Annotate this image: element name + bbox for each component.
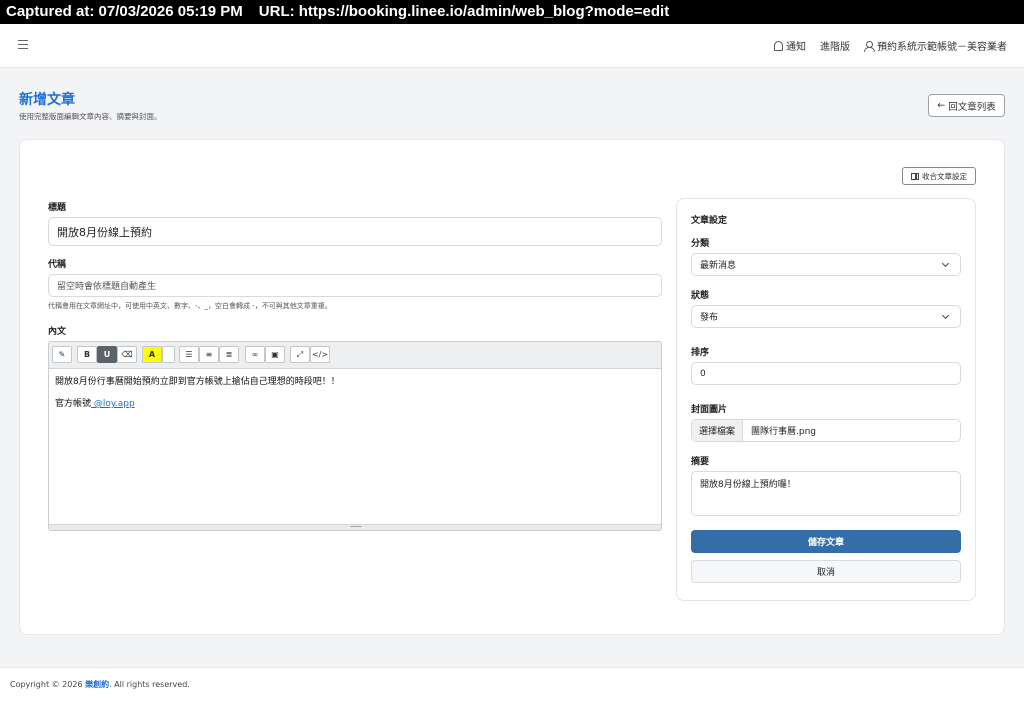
official-account-link[interactable]: @loy.app (91, 399, 135, 409)
slug-hint: 代稱會用在文章網址中，可使用中英文、數字、-、_，空白會轉成 -，不可與其他文章… (48, 302, 332, 310)
magic-icon[interactable]: ✎ (52, 346, 72, 363)
capture-url: URL: https://booking.linee.io/admin/web_… (258, 3, 670, 20)
slug-input[interactable]: 留空時會依標題自動產生 (48, 274, 662, 297)
unordered-list-icon[interactable]: ☰ (179, 346, 199, 363)
order-input[interactable]: 0 (691, 362, 961, 385)
page-footer: Copyright © 2026 樂創約. All rights reserve… (0, 667, 1024, 701)
bold-icon[interactable]: B (77, 346, 97, 363)
settings-heading: 文章設定 (691, 216, 728, 226)
editor-line-2: 官方帳號 @loy.app (55, 398, 655, 410)
sidebar-panel-icon (911, 172, 919, 180)
category-value: 最新消息 (700, 261, 737, 271)
align-icon[interactable]: ≣ (219, 346, 239, 363)
arrow-left-icon: ← (937, 100, 946, 111)
editor-line-2-text: 官方帳號 (55, 399, 92, 409)
ordered-list-icon[interactable]: ≡ (199, 346, 219, 363)
bell-icon (774, 40, 783, 51)
font-color-icon[interactable]: A (142, 346, 162, 363)
back-to-list-label: 回文章列表 (948, 101, 996, 113)
status-value: 發布 (700, 313, 719, 323)
capture-banner: Captured at: 07/03/2026 05:19 PM URL: htt… (0, 0, 1024, 24)
footer-suffix: . All rights reserved. (109, 680, 190, 689)
editor-toolbar: ✎ B U ⌫ A ☰ ≡ ≣ ∞ ▣ ⤢ </> (49, 342, 661, 369)
page-title: 新增文章 (19, 92, 75, 108)
status-select[interactable]: 發布 (691, 305, 961, 328)
user-icon (864, 40, 875, 52)
collapse-settings-button[interactable]: 收合文章設定 (902, 167, 976, 185)
editor-resize-handle[interactable] (49, 524, 661, 530)
top-navbar: 通知 進階版 預約系統示範帳號－美容業者 (0, 24, 1024, 68)
rich-text-editor[interactable]: ✎ B U ⌫ A ☰ ≡ ≣ ∞ ▣ ⤢ </> 開放8月份行事曆開始預約立即… (48, 341, 662, 531)
cover-label: 封面圖片 (691, 405, 728, 415)
footer-brand-link[interactable]: 樂創約 (85, 680, 109, 689)
code-view-icon[interactable]: </> (310, 346, 330, 363)
order-value: 0 (700, 368, 706, 379)
collapse-settings-label: 收合文章設定 (922, 171, 967, 181)
capture-time: Captured at: 07/03/2026 05:19 PM (6, 3, 243, 20)
cover-file-name: 團隊行事曆.png (751, 427, 817, 437)
slug-label: 代稱 (48, 260, 67, 270)
eraser-icon[interactable]: ⌫ (117, 346, 137, 363)
slug-placeholder: 留空時會依標題自動產生 (57, 282, 157, 292)
back-to-list-button[interactable]: ← 回文章列表 (928, 94, 1005, 117)
account-label: 預約系統示範帳號－美容業者 (877, 42, 1007, 53)
cover-file-input[interactable]: 選擇檔案 團隊行事曆.png (691, 419, 961, 442)
notify-link[interactable]: 通知 (774, 38, 806, 53)
advanced-label: 進階版 (820, 42, 850, 53)
category-label: 分類 (691, 239, 710, 249)
editor-line-1: 開放8月份行事曆開始預約立即到官方帳號上搶佔自己理想的時段吧！！ (55, 377, 340, 387)
image-icon[interactable]: ▣ (265, 346, 285, 363)
cancel-button[interactable]: 取消 (691, 560, 961, 583)
underline-icon[interactable]: U (97, 346, 117, 363)
content-label: 內文 (48, 327, 67, 337)
status-label: 狀態 (691, 291, 710, 301)
page-subtitle: 使用完整版面編輯文章內容、摘要與封面。 (19, 112, 162, 121)
account-menu[interactable]: 預約系統示範帳號－美容業者 (864, 38, 1007, 53)
choose-file-button[interactable]: 選擇檔案 (692, 420, 744, 441)
editor-content[interactable]: 開放8月份行事曆開始預約立即到官方帳號上搶佔自己理想的時段吧！！ 官方帳號 @l… (49, 369, 661, 427)
menu-icon[interactable] (18, 40, 28, 49)
title-label: 標題 (48, 203, 67, 213)
link-icon[interactable]: ∞ (245, 346, 265, 363)
title-input[interactable]: 開放8月份線上預約 (48, 217, 662, 246)
footer-prefix: Copyright © 2026 (10, 680, 86, 689)
category-select[interactable]: 最新消息 (691, 253, 961, 276)
advanced-link[interactable]: 進階版 (820, 38, 850, 53)
fullscreen-icon[interactable]: ⤢ (290, 346, 310, 363)
notify-label: 通知 (786, 42, 806, 53)
title-value: 開放8月份線上預約 (57, 225, 152, 239)
save-article-button[interactable]: 儲存文章 (691, 530, 961, 553)
summary-label: 摘要 (691, 457, 710, 467)
order-label: 排序 (691, 348, 710, 358)
summary-value: 開放8月份線上預約囉！ (700, 480, 796, 490)
font-color-dropdown-icon[interactable] (162, 346, 175, 363)
summary-textarea[interactable]: 開放8月份線上預約囉！ (691, 471, 961, 516)
